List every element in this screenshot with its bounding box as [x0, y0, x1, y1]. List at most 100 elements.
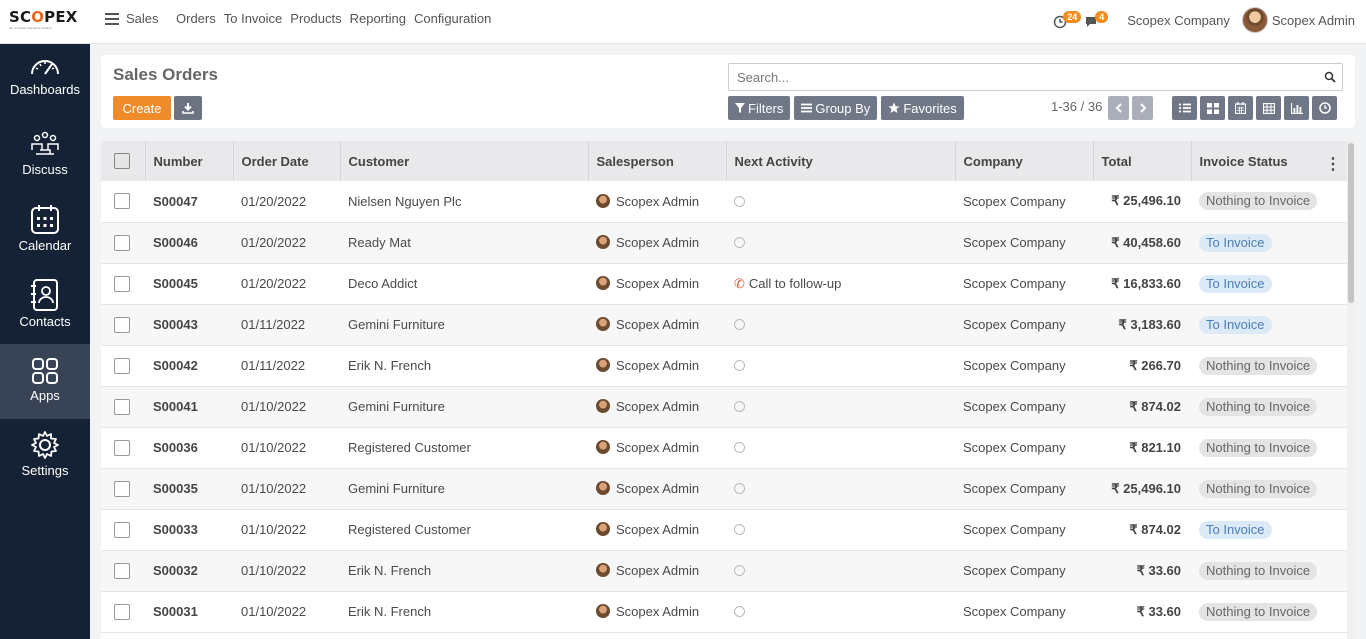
sidebar-item-contacts[interactable]: Contacts — [0, 278, 90, 353]
pager-previous-button[interactable] — [1108, 96, 1129, 120]
invoice-status-badge: Nothing to Invoice — [1199, 192, 1318, 211]
row-checkbox[interactable] — [114, 357, 130, 374]
graph-view-button[interactable] — [1284, 96, 1309, 120]
next-activity-cell[interactable] — [726, 304, 955, 346]
table-row[interactable]: S00042 01/11/2022 Erik N. French Scopex Adm… — [101, 345, 1347, 387]
column-header-next-activity[interactable]: Next Activity — [726, 141, 956, 181]
activity-clock-icon[interactable]: 24 — [1053, 11, 1082, 29]
table-row[interactable]: S00035 01/10/2022 Gemini Furniture Scopex A… — [101, 468, 1347, 510]
activity-clock-icon[interactable] — [734, 401, 745, 412]
pager-value[interactable]: 1-36 / 36 — [1051, 99, 1102, 114]
row-checkbox[interactable] — [114, 439, 130, 456]
next-activity-cell[interactable] — [726, 509, 955, 551]
app-name[interactable]: Sales — [126, 11, 159, 26]
activity-summary: Call to follow-up — [748, 275, 842, 291]
column-header-customer[interactable]: Customer — [340, 141, 589, 181]
next-activity-cell[interactable] — [726, 181, 955, 223]
row-checkbox[interactable] — [114, 234, 130, 251]
column-header-number[interactable]: Number — [145, 141, 234, 181]
menu-products[interactable]: Products — [290, 11, 341, 26]
calendar-view-button[interactable] — [1228, 96, 1253, 120]
select-all-header — [101, 141, 146, 181]
sidebar-item-settings[interactable]: Settings — [0, 429, 90, 504]
top-menu: Orders To Invoice Products Reporting Con… — [176, 11, 491, 26]
table-row[interactable]: S00041 01/10/2022 Gemini Furniture Scopex A… — [101, 386, 1347, 428]
column-header-salesperson[interactable]: Salesperson — [588, 141, 727, 181]
menu-to-invoice[interactable]: To Invoice — [224, 11, 283, 26]
activity-clock-icon[interactable] — [734, 442, 745, 453]
search-input[interactable] — [729, 64, 1309, 90]
menu-configuration[interactable]: Configuration — [414, 11, 491, 26]
filters-button[interactable]: Filters — [728, 96, 791, 120]
table-row[interactable]: S00046 01/20/2022 Ready Mat Scopex Admin Sco… — [101, 222, 1347, 264]
next-activity-cell[interactable] — [726, 468, 955, 510]
pager-next-button[interactable] — [1132, 96, 1153, 120]
create-button[interactable]: Create — [113, 96, 171, 120]
sidebar-item-apps[interactable]: Apps — [0, 344, 90, 419]
row-checkbox[interactable] — [114, 480, 130, 497]
group-by-button[interactable]: Group By — [794, 96, 878, 120]
row-checkbox[interactable] — [114, 603, 130, 620]
activity-clock-icon[interactable] — [734, 483, 745, 494]
brand-logo[interactable]: SCOPEX the complete enterprise solution — [9, 8, 85, 34]
row-checkbox[interactable] — [114, 398, 130, 415]
list-view-button[interactable] — [1172, 96, 1197, 120]
sidebar-item-calendar[interactable]: Calendar — [0, 204, 90, 279]
messages-chat-icon[interactable]: 4 — [1085, 11, 1109, 29]
column-header-total[interactable]: Total — [1093, 141, 1192, 181]
row-checkbox[interactable] — [114, 562, 130, 579]
row-select-cell — [101, 509, 145, 551]
next-activity-cell[interactable] — [726, 591, 955, 633]
scrollbar-thumb[interactable] — [1348, 143, 1354, 303]
table-row[interactable]: S00045 01/20/2022 Deco Addict Scopex Admin ✆… — [101, 263, 1347, 305]
user-avatar[interactable] — [1241, 7, 1268, 33]
download-button[interactable] — [174, 96, 202, 120]
row-checkbox[interactable] — [114, 193, 130, 210]
favorites-button[interactable]: Favorites — [881, 96, 964, 120]
page-title: Sales Orders — [113, 65, 218, 84]
column-header-company[interactable]: Company — [955, 141, 1094, 181]
menu-reporting[interactable]: Reporting — [350, 11, 406, 26]
column-header-order-date[interactable]: Order Date — [233, 141, 341, 181]
table-row[interactable]: S00033 01/10/2022 Registered Customer Scope… — [101, 509, 1347, 551]
order-number: S00045 — [145, 263, 233, 305]
next-activity-cell[interactable] — [726, 345, 955, 387]
list-scrollbar[interactable] — [1347, 141, 1355, 639]
activity-clock-icon[interactable] — [734, 319, 745, 330]
filter-funnel-icon — [735, 103, 745, 113]
next-activity-cell[interactable] — [726, 386, 955, 428]
activity-clock-icon[interactable] — [734, 606, 745, 617]
menu-orders[interactable]: Orders — [176, 11, 216, 26]
control-panel: Sales Orders Create Filters Group By Fav… — [101, 55, 1355, 128]
next-activity-cell[interactable] — [726, 550, 955, 592]
row-checkbox[interactable] — [114, 275, 130, 292]
activity-clock-icon[interactable] — [734, 360, 745, 371]
optional-columns-icon[interactable]: ⋮ — [1325, 154, 1341, 174]
next-activity-cell[interactable] — [726, 427, 955, 469]
activity-clock-icon[interactable] — [734, 195, 745, 207]
column-header-invoice-status[interactable]: Invoice Status — [1191, 141, 1347, 181]
table-row[interactable]: S00036 01/10/2022 Registered Customer Scope… — [101, 427, 1347, 469]
menu-toggle-icon[interactable] — [105, 13, 119, 25]
row-checkbox[interactable] — [114, 521, 130, 538]
activity-clock-icon[interactable] — [734, 524, 745, 535]
activity-view-button[interactable] — [1312, 96, 1337, 120]
activity-count-badge: 24 — [1063, 11, 1082, 23]
pivot-view-button[interactable] — [1256, 96, 1281, 120]
search-icon[interactable] — [1324, 71, 1336, 83]
sidebar-item-dashboards[interactable]: Dashboards — [0, 54, 90, 129]
kanban-view-button[interactable] — [1200, 96, 1225, 120]
table-row[interactable]: S00043 01/11/2022 Gemini Furniture Scopex A… — [101, 304, 1347, 346]
table-row[interactable]: S00031 01/10/2022 Erik N. French Scopex Adm… — [101, 591, 1347, 633]
activity-clock-icon[interactable] — [734, 237, 745, 248]
user-menu[interactable]: Scopex Admin — [1272, 13, 1355, 28]
table-row[interactable]: S00032 01/10/2022 Erik N. French Scopex Adm… — [101, 550, 1347, 592]
row-checkbox[interactable] — [114, 316, 130, 333]
next-activity-cell[interactable]: ✆ Call to follow-up — [726, 263, 955, 305]
select-all-checkbox[interactable] — [114, 153, 130, 169]
company-switcher[interactable]: Scopex Company — [1127, 13, 1230, 28]
next-activity-cell[interactable] — [726, 222, 955, 264]
table-row[interactable]: S00047 01/20/2022 Nielsen Nguyen Plc Scopex… — [101, 181, 1347, 223]
sidebar-item-discuss[interactable]: Discuss — [0, 130, 90, 205]
activity-clock-icon[interactable] — [734, 565, 745, 576]
